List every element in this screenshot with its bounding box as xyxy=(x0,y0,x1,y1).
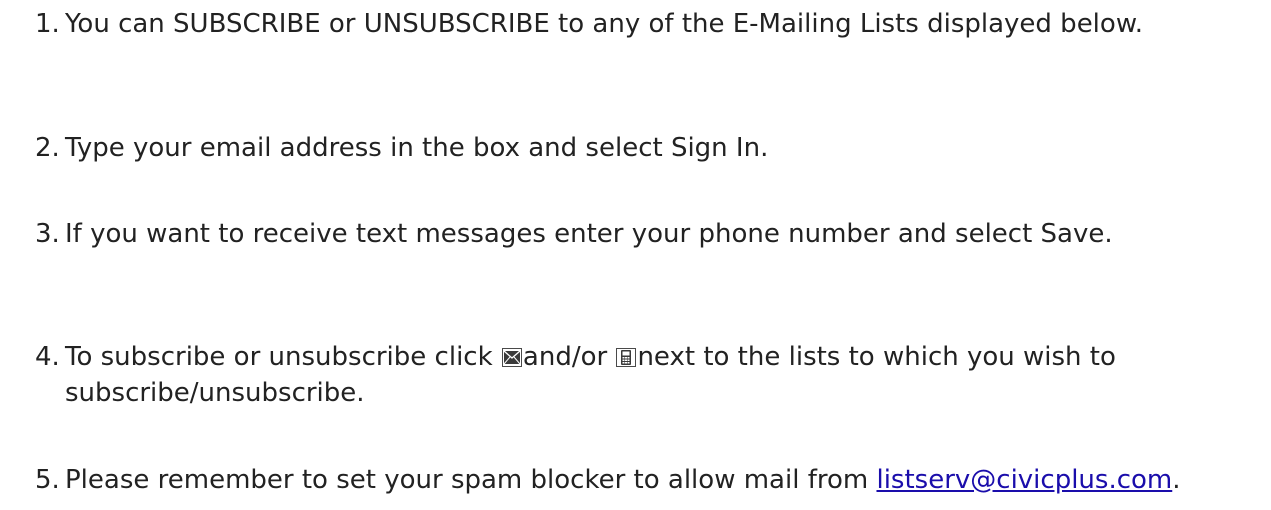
step-5: 5. Please remember to set your spam bloc… xyxy=(35,462,1235,498)
phone-icon xyxy=(616,348,637,367)
step-text-after: . xyxy=(1172,465,1181,495)
listserv-email-link[interactable]: listserv@civicplus.com xyxy=(876,465,1172,495)
step-text-middle: and/or xyxy=(522,342,616,372)
step-2: 2. Type your email address in the box an… xyxy=(35,130,1235,166)
step-number: 1. xyxy=(35,9,60,39)
step-text: Please remember to set your spam blocker… xyxy=(65,462,1235,498)
step-text-before: Please remember to set your spam blocker… xyxy=(65,465,877,495)
step-3: 3. If you want to receive text messages … xyxy=(35,216,1235,252)
step-number: 5. xyxy=(35,465,60,495)
step-1: 1. You can SUBSCRIBE or UNSUBSCRIBE to a… xyxy=(35,6,1235,42)
step-text-before: To subscribe or unsubscribe click xyxy=(65,342,501,372)
step-4: 4. To subscribe or unsubscribe click and… xyxy=(35,339,1235,411)
step-number: 4. xyxy=(35,342,60,372)
step-text: Type your email address in the box and s… xyxy=(65,133,769,163)
step-text: If you want to receive text messages ent… xyxy=(65,219,1113,249)
step-number: 3. xyxy=(35,219,60,249)
step-text: To subscribe or unsubscribe click and/or xyxy=(65,339,1235,411)
step-number: 2. xyxy=(35,133,60,163)
envelope-icon xyxy=(501,348,522,367)
step-text: You can SUBSCRIBE or UNSUBSCRIBE to any … xyxy=(65,9,1143,39)
